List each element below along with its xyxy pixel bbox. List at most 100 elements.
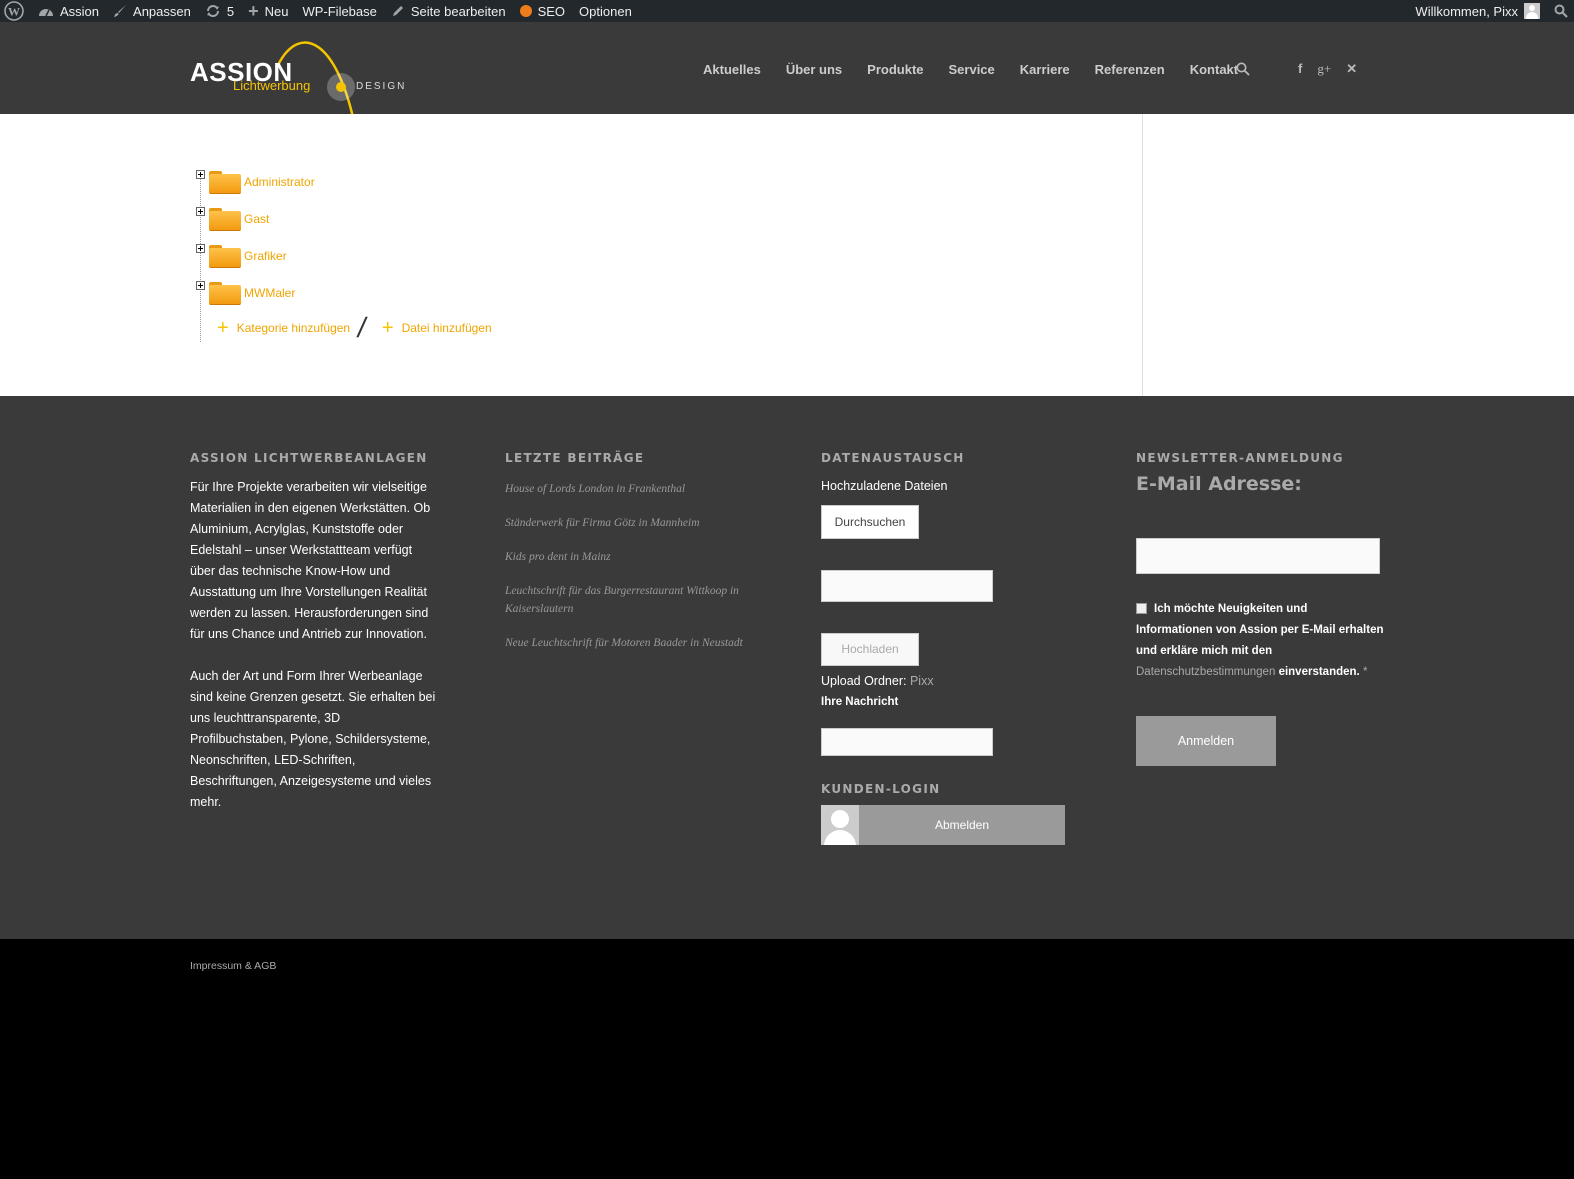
updates-menu[interactable]: 5 xyxy=(198,0,241,22)
tree-folder-mwmaler[interactable]: MWMaler xyxy=(196,279,295,307)
message-label: Ihre Nachricht xyxy=(821,696,899,708)
nav-kontakt[interactable]: Kontakt xyxy=(1190,62,1238,77)
my-account-menu[interactable]: Willkommen, Pixx xyxy=(1408,0,1547,22)
upload-button[interactable]: Hochladen xyxy=(821,633,919,666)
recent-posts-title: LETZTE BEITRÄGE xyxy=(505,451,645,465)
refresh-icon xyxy=(205,4,221,18)
seo-status-dot-icon xyxy=(519,5,532,17)
nav-search-icon[interactable] xyxy=(1236,62,1250,81)
folder-label[interactable]: Grafiker xyxy=(244,249,287,263)
data-exchange-widget: DATENAUSTAUSCH Hochzuladene Dateien Durc… xyxy=(821,451,1081,756)
plus-icon: + xyxy=(248,0,259,21)
customer-login-title: KUNDEN-LOGIN xyxy=(821,782,941,796)
recent-post-link[interactable]: Leuchtschrift für das Burgerrestaurant W… xyxy=(505,582,755,618)
sidebar-divider xyxy=(1142,114,1143,396)
about-paragraph-2: Auch der Art und Form Ihrer Werbeanlage … xyxy=(190,669,436,809)
tree-folder-gast[interactable]: Gast xyxy=(196,205,269,233)
wp-filebase-menu[interactable]: WP-Filebase xyxy=(295,0,383,22)
main-content: Administrator Gast Grafiker MWMaler + Ka… xyxy=(0,114,1574,396)
wp-admin-bar: W Assion Anpassen 5 + Neu WP-Filebase Se… xyxy=(0,0,1574,22)
newsletter-title: NEWSLETTER-ANMELDUNG xyxy=(1136,451,1344,465)
add-category-plus-icon[interactable]: + xyxy=(217,318,229,338)
folder-label[interactable]: MWMaler xyxy=(244,286,295,300)
logo-subtitle: Lichtwerbung xyxy=(233,78,311,93)
pencil-icon xyxy=(391,4,405,18)
consent-checkbox[interactable] xyxy=(1136,603,1147,615)
folder-icon xyxy=(209,243,241,269)
consent-text: Ich möchte Neuigkeiten und Informationen… xyxy=(1136,603,1384,657)
folder-icon xyxy=(209,280,241,306)
expand-icon[interactable] xyxy=(196,169,205,179)
logout-label: Abmelden xyxy=(934,818,990,832)
upload-folder-value: Pixx xyxy=(909,674,934,688)
options-label: Optionen xyxy=(579,3,632,19)
user-avatar-icon xyxy=(1524,3,1540,19)
data-exchange-title: DATENAUSTAUSCH xyxy=(821,451,965,465)
consent-text-end: einverstanden. xyxy=(1278,666,1360,678)
recent-post-link[interactable]: Ständerwerk für Firma Götz in Mannheim xyxy=(505,514,755,532)
add-category-link[interactable]: Kategorie hinzufügen xyxy=(237,321,350,335)
site-name-menu[interactable]: Assion xyxy=(31,0,106,22)
files-label: Hochzuladene Dateien xyxy=(821,479,948,493)
brush-icon xyxy=(113,4,127,18)
seo-menu[interactable]: SEO xyxy=(513,0,572,22)
recent-post-link[interactable]: Kids pro dent in Mainz xyxy=(505,548,755,566)
main-navigation: Aktuelles Über uns Produkte Service Karr… xyxy=(703,62,1263,77)
new-label: Neu xyxy=(264,3,289,19)
dashboard-icon xyxy=(38,4,54,18)
separator-slash: / xyxy=(355,312,369,343)
expand-icon[interactable] xyxy=(196,243,205,253)
tree-actions: + Kategorie hinzufügen / + Datei hinzufü… xyxy=(217,312,492,344)
folder-icon xyxy=(209,169,241,195)
email-label: E-Mail Adresse: xyxy=(1136,473,1302,495)
admin-search-button[interactable] xyxy=(1547,0,1574,22)
recent-post-link[interactable]: Neue Leuchtschrift für Motoren Baader in… xyxy=(505,634,755,652)
about-paragraph-1: Für Ihre Projekte verarbeiten wir vielse… xyxy=(190,480,431,641)
xing-icon[interactable]: ✕ xyxy=(1346,61,1357,77)
updates-count: 5 xyxy=(226,3,235,19)
logout-bar[interactable]: Abmelden xyxy=(821,805,1065,845)
tree-folder-grafiker[interactable]: Grafiker xyxy=(196,242,287,270)
nav-ueber-uns[interactable]: Über uns xyxy=(786,62,842,77)
privacy-link[interactable]: Datenschutzbestimmungen xyxy=(1136,666,1275,678)
email-input[interactable] xyxy=(1136,538,1380,574)
user-avatar-icon xyxy=(821,805,859,845)
tree-folder-administrator[interactable]: Administrator xyxy=(196,168,315,196)
seo-label: SEO xyxy=(537,3,566,19)
folder-label[interactable]: Gast xyxy=(244,212,269,226)
file-name-field[interactable] xyxy=(821,570,993,602)
options-menu[interactable]: Optionen xyxy=(572,0,639,22)
nav-referenzen[interactable]: Referenzen xyxy=(1095,62,1165,77)
add-file-plus-icon[interactable]: + xyxy=(382,318,394,338)
footer-socket: Impressum & AGB xyxy=(0,939,1574,1179)
expand-icon[interactable] xyxy=(196,280,205,290)
site-footer: ASSION LICHTWERBEANLAGEN Für Ihre Projek… xyxy=(0,396,1574,939)
newsletter-submit-button[interactable]: Anmelden xyxy=(1136,716,1276,766)
browse-button[interactable]: Durchsuchen xyxy=(821,505,919,539)
recent-post-link[interactable]: House of Lords London in Frankenthal xyxy=(505,480,755,498)
welcome-label: Willkommen, Pixx xyxy=(1415,3,1518,19)
nav-produkte[interactable]: Produkte xyxy=(867,62,923,77)
nav-karriere[interactable]: Karriere xyxy=(1020,62,1070,77)
impressum-link[interactable]: Impressum & AGB xyxy=(190,960,276,972)
new-content-menu[interactable]: + Neu xyxy=(241,0,295,22)
nav-aktuelles[interactable]: Aktuelles xyxy=(703,62,761,77)
newsletter-widget: NEWSLETTER-ANMELDUNG E-Mail Adresse: Ich… xyxy=(1136,451,1386,683)
edit-page-label: Seite bearbeiten xyxy=(410,3,506,19)
required-mark: * xyxy=(1362,666,1368,678)
folder-label[interactable]: Administrator xyxy=(244,175,315,189)
site-name-label: Assion xyxy=(60,3,100,19)
edit-page-menu[interactable]: Seite bearbeiten xyxy=(384,0,513,22)
message-field[interactable] xyxy=(821,728,993,756)
facebook-icon[interactable]: f xyxy=(1298,61,1302,77)
add-file-link[interactable]: Datei hinzufügen xyxy=(402,321,492,335)
about-title: ASSION LICHTWERBEANLAGEN xyxy=(190,451,428,465)
logo-design-text: DESIGN xyxy=(356,81,407,92)
wordpress-logo-button[interactable]: W xyxy=(0,0,31,22)
social-links: f g+ ✕ xyxy=(1298,61,1357,77)
search-icon xyxy=(1554,4,1568,18)
google-plus-icon[interactable]: g+ xyxy=(1317,61,1331,77)
nav-service[interactable]: Service xyxy=(949,62,995,77)
expand-icon[interactable] xyxy=(196,206,205,216)
customize-menu[interactable]: Anpassen xyxy=(106,0,198,22)
